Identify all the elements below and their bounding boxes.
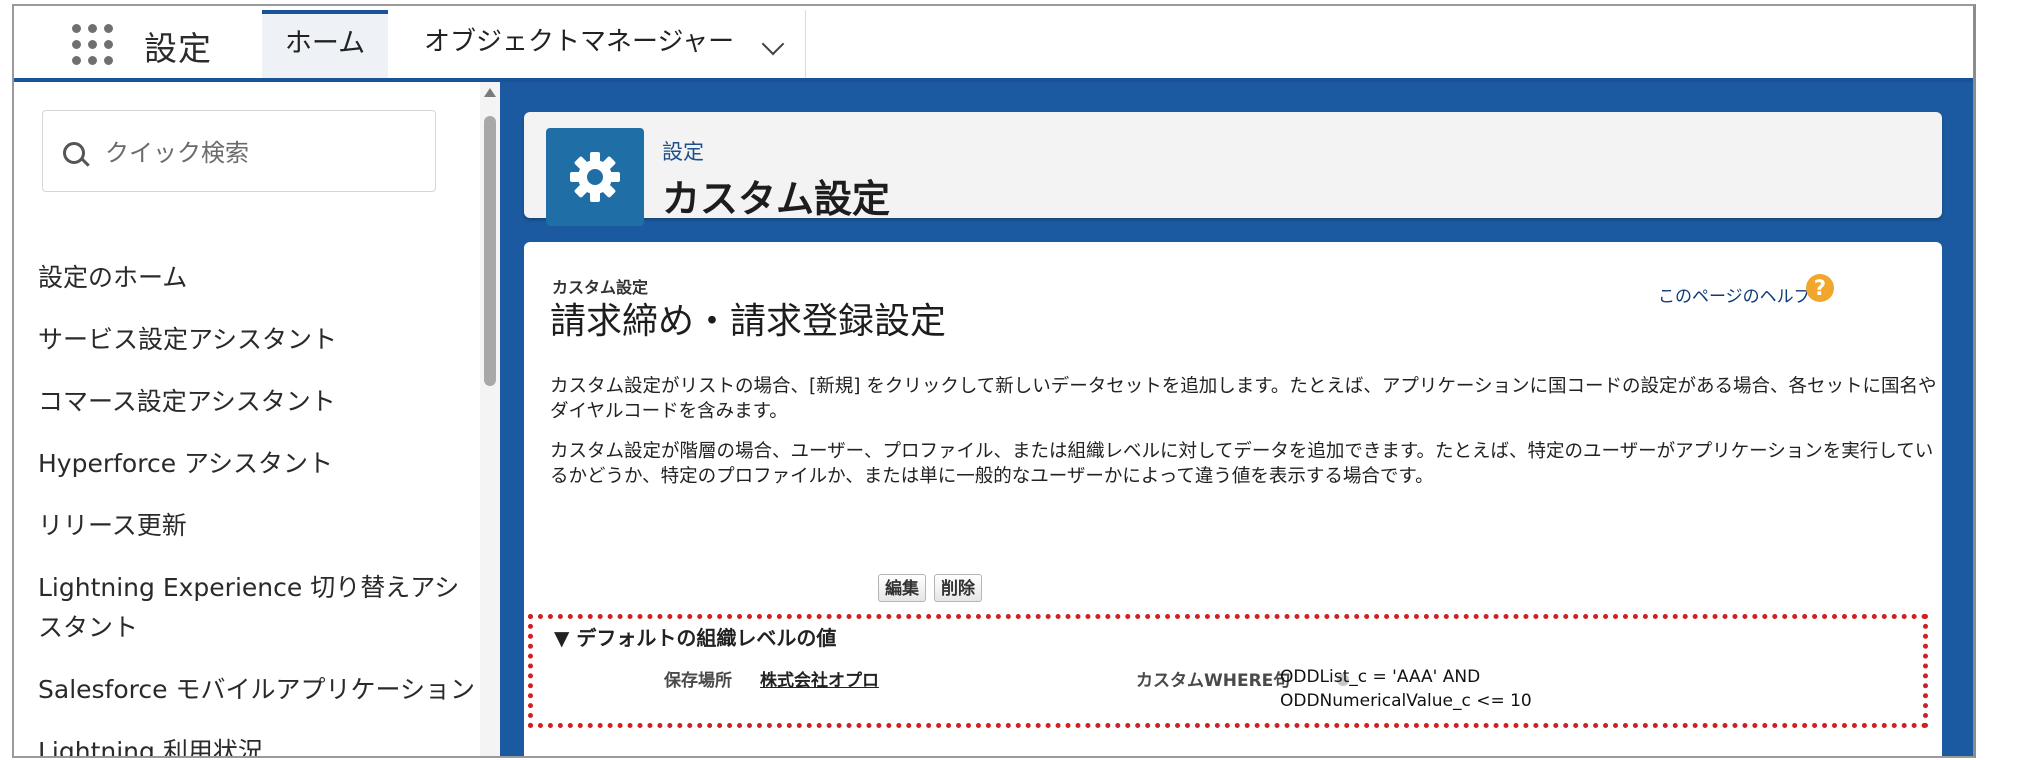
- where-clause-value-line2: ODDNumericalValue_c <= 10: [1280, 691, 1532, 711]
- nav-item-lightning-usage[interactable]: Lightning 利用状況: [38, 732, 478, 756]
- description-list: カスタム設定がリストの場合、[新規] をクリックして新しいデータセットを追加しま…: [550, 376, 1937, 422]
- setup-gear-icon: [546, 128, 644, 226]
- question-icon[interactable]: ?: [1806, 274, 1834, 302]
- location-value-link[interactable]: 株式会社オプロ: [760, 666, 879, 691]
- page-header: 設定 カスタム設定: [524, 112, 1942, 226]
- tab-object-manager[interactable]: オブジェクトマネージャー: [388, 10, 806, 78]
- tab-object-manager-label: オブジェクトマネージャー: [424, 27, 735, 57]
- app-launcher-icon[interactable]: [72, 24, 114, 66]
- scrollbar-thumb[interactable]: [484, 116, 496, 386]
- search-placeholder: クイック検索: [105, 139, 249, 167]
- nav-item-setup-home[interactable]: 設定のホーム: [38, 258, 478, 298]
- location-label: 保存場所: [664, 671, 732, 691]
- nav-item-release-updates[interactable]: リリース更新: [38, 506, 478, 546]
- sidebar-scrollbar[interactable]: [480, 82, 500, 756]
- search-icon: [63, 142, 85, 164]
- nav-item-lightning-transition-assistant[interactable]: Lightning Experience 切り替えアシスタント: [38, 568, 478, 648]
- scroll-up-arrow-icon[interactable]: [484, 88, 496, 97]
- nav-item-hyperforce-assistant[interactable]: Hyperforce アシスタント: [38, 444, 478, 484]
- nav-item-service-setup-assistant[interactable]: サービス設定アシスタント: [38, 320, 478, 360]
- setup-sidebar: クイック検索 設定のホーム サービス設定アシスタント コマース設定アシスタント …: [14, 82, 500, 756]
- app-window: 設定 ホーム オブジェクトマネージャー クイック検索 設定のホーム サービス設定…: [12, 4, 1976, 758]
- custom-setting-detail-panel: カスタム設定 請求締め・請求登録設定 このページのヘルプ ? カスタム設定がリス…: [524, 242, 1942, 756]
- page-title: カスタム設定: [662, 177, 891, 221]
- delete-button[interactable]: 削除: [934, 574, 982, 602]
- app-name: 設定: [144, 29, 212, 68]
- top-navigation-bar: 設定 ホーム オブジェクトマネージャー: [14, 6, 1973, 82]
- quick-find-input[interactable]: クイック検索: [42, 110, 436, 192]
- tab-home[interactable]: ホーム: [262, 10, 388, 78]
- main-content: 設定 カスタム設定 カスタム設定 請求締め・請求登録設定 このページのヘルプ ?…: [500, 82, 1973, 756]
- section-title[interactable]: ▼ デフォルトの組織レベルの値: [554, 622, 836, 651]
- chevron-down-icon[interactable]: [761, 32, 785, 56]
- description-hierarchy: カスタム設定が階層の場合、ユーザー、プロファイル、または組織レベルに対してデータ…: [550, 441, 1934, 487]
- nav-item-commerce-setup-assistant[interactable]: コマース設定アシスタント: [38, 382, 478, 422]
- custom-setting-name: 請求締め・請求登録設定: [550, 301, 947, 342]
- nav-item-salesforce-mobile-app[interactable]: Salesforce モバイルアプリケーション: [38, 670, 478, 710]
- where-clause-label: カスタムWHERE句: [1136, 671, 1291, 691]
- edit-button[interactable]: 編集: [878, 574, 926, 602]
- setup-nav-list: 設定のホーム サービス設定アシスタント コマース設定アシスタント Hyperfo…: [38, 258, 478, 756]
- breadcrumb[interactable]: 設定: [662, 136, 704, 166]
- help-link[interactable]: このページのヘルプ: [1658, 282, 1811, 307]
- where-clause-value-line1: ODDList_c = 'AAA' AND: [1280, 667, 1481, 687]
